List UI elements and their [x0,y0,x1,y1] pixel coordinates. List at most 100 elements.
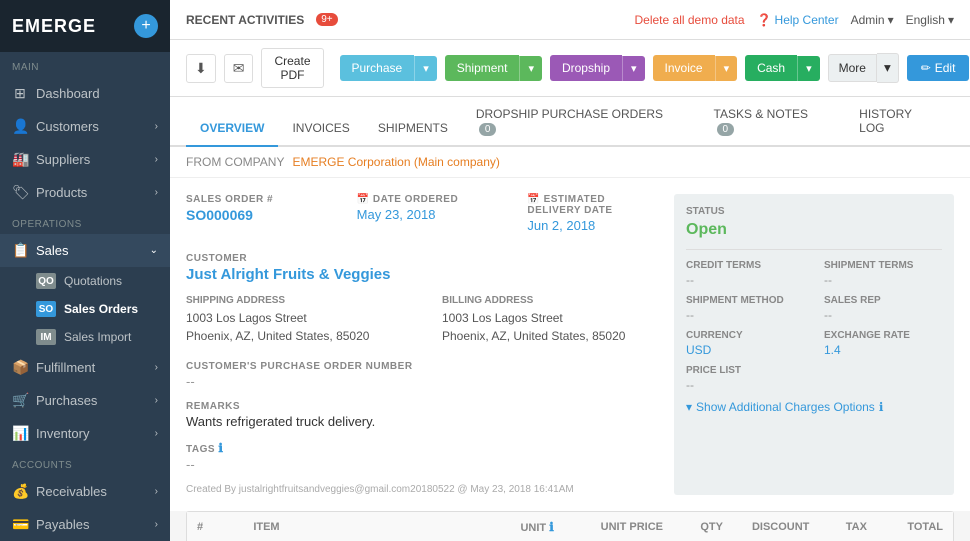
inventory-icon: 📊 [12,425,28,442]
purchase-button[interactable]: Purchase [340,55,415,81]
topbar: RECENT ACTIVITIES 9+ Delete all demo dat… [170,0,970,40]
help-center-link[interactable]: ❓ Help Center [757,13,839,27]
info-charges-icon: ℹ [879,400,884,414]
shipment-arrow-button[interactable]: ▾ [519,56,542,81]
more-arrow-button[interactable]: ▾ [877,53,899,83]
sidebar-subitem-quotations[interactable]: QO Quotations [0,267,170,295]
credit-terms-field: CREDIT TERMS -- [686,260,804,287]
dropship-arrow-button[interactable]: ▾ [622,56,645,81]
address-row: SHIPPING ADDRESS 1003 Los Lagos Street P… [186,295,658,357]
dropship-button[interactable]: Dropship [550,55,622,81]
sales-order-number[interactable]: SO000069 [186,207,317,223]
currency-label: CURRENCY [686,330,804,341]
email-button[interactable]: ✉ [224,54,254,83]
language-dropdown[interactable]: English ▾ [906,13,954,27]
customer-po-field: CUSTOMER'S PURCHASE ORDER NUMBER -- [186,361,658,389]
status-label: STATUS [686,206,942,217]
sidebar-item-label: Receivables [36,484,107,499]
dropship-purchase-orders-badge: 0 [479,123,497,136]
tasks-notes-badge: 0 [717,123,735,136]
from-company-name[interactable]: EMERGE Corporation (Main company) [292,155,499,169]
tab-overview[interactable]: OVERVIEW [186,111,278,147]
admin-dropdown[interactable]: Admin ▾ [851,13,894,27]
form-area: SALES ORDER # SO000069 📅 DATE ORDERED Ma… [170,178,970,511]
sidebar-item-products[interactable]: 🏷 Products › [0,176,170,209]
sidebar-item-sales[interactable]: 📋 Sales ⌄ [0,234,170,267]
recent-activities-label: RECENT ACTIVITIES [186,13,304,27]
tab-invoices[interactable]: INVOICES [278,111,363,147]
tab-shipments[interactable]: SHIPMENTS [364,111,462,147]
receivables-icon: 💰 [12,483,28,500]
sidebar-item-label: Sales [36,243,69,258]
more-button[interactable]: More [828,54,877,82]
sidebar-item-receivables[interactable]: 💰 Receivables › [0,475,170,508]
sidebar-item-dashboard[interactable]: ⊞ Dashboard [0,77,170,110]
shipping-address-line2: Phoenix, AZ, United States, 85020 [186,329,369,343]
sidebar-item-payables[interactable]: 💳 Payables › [0,508,170,541]
sidebar-item-purchases[interactable]: 🛒 Purchases › [0,384,170,417]
show-charges-link[interactable]: ▾ Show Additional Charges Options ℹ [686,400,942,414]
sidebar-item-fulfillment[interactable]: 📦 Fulfillment › [0,351,170,384]
chevron-right-icon: › [155,154,158,165]
sidebar-subitem-label: Sales Import [64,330,131,344]
tab-history-log[interactable]: HISTORY LOG [845,97,954,147]
invoice-arrow-button[interactable]: ▾ [715,56,738,81]
tags-value: -- [186,457,658,472]
sidebar-item-label: Purchases [36,393,97,408]
status-panel: STATUS Open CREDIT TERMS -- SHIPMENT TER… [674,194,954,495]
dropship-btn-group: Dropship ▾ [550,55,645,81]
calendar-icon: 📅 [527,194,540,205]
sales-rep-label: SALES REP [824,295,942,306]
sidebar-item-label: Inventory [36,426,89,441]
download-button[interactable]: ⬇ [186,54,216,83]
sidebar-subitem-sales-orders[interactable]: SO Sales Orders [0,295,170,323]
estimated-delivery-label: 📅 ESTIMATED DELIVERY DATE [527,194,658,216]
recent-activities-badge: 9+ [316,13,337,26]
purchase-arrow-button[interactable]: ▾ [414,56,437,81]
price-list-field: PRICE LIST -- [686,365,942,392]
sales-icon: 📋 [12,242,28,259]
created-by-text: Created By justalrightfruitsandveggies@g… [186,484,658,495]
cash-button[interactable]: Cash [745,55,797,81]
sidebar-item-inventory[interactable]: 📊 Inventory › [0,417,170,450]
sidebar-item-customers[interactable]: 👤 Customers › [0,110,170,143]
show-charges-text: Show Additional Charges Options [696,400,875,414]
add-button[interactable]: + [134,14,158,38]
sidebar: EMERGE + Main ⊞ Dashboard 👤 Customers › … [0,0,170,541]
customers-icon: 👤 [12,118,28,135]
shipment-button[interactable]: Shipment [445,55,520,81]
create-pdf-button[interactable]: Create PDF [261,48,323,88]
section-label-accounts: Accounts [0,450,170,475]
sales-rep-field: SALES REP -- [824,295,942,322]
shipment-method-label: SHIPMENT METHOD [686,295,804,306]
exchange-rate-label: EXCHANGE RATE [824,330,942,341]
tags-label: TAGS ℹ [186,441,658,455]
more-btn-group: More ▾ [828,53,899,83]
sales-rep-value: -- [824,308,942,322]
currency-value: USD [686,343,804,357]
sidebar-item-label: Payables [36,517,89,532]
customer-name[interactable]: Just Alright Fruits & Veggies [186,266,658,283]
customer-section: CUSTOMER Just Alright Fruits & Veggies [186,253,658,283]
col-unit-price: UNIT PRICE [591,512,691,541]
sidebar-item-suppliers[interactable]: 🏭 Suppliers › [0,143,170,176]
unit-info-icon: ℹ [549,520,554,534]
shipping-address-label: SHIPPING ADDRESS [186,295,402,306]
tab-dropship-purchase-orders[interactable]: DROPSHIP PURCHASE ORDERS 0 [462,97,700,147]
tags-field: TAGS ℹ -- [186,441,658,472]
payables-icon: 💳 [12,516,28,533]
sales-import-code: IM [36,329,56,345]
edit-button[interactable]: ✏ Edit [907,55,970,81]
method-rep-row: SHIPMENT METHOD -- SALES REP -- [686,295,942,322]
chevron-right-icon: › [155,362,158,373]
edit-label: Edit [935,61,956,75]
invoice-button[interactable]: Invoice [653,55,715,81]
delete-demo-link[interactable]: Delete all demo data [635,13,745,27]
sidebar-subitem-sales-import[interactable]: IM Sales Import [0,323,170,351]
sidebar-item-label: Dashboard [36,86,100,101]
chevron-down-icon: ⌄ [150,245,158,256]
billing-address-line1: 1003 Los Lagos Street [442,311,563,325]
tab-tasks-notes[interactable]: TASKS & NOTES 0 [700,97,846,147]
currency-field: CURRENCY USD [686,330,804,357]
cash-arrow-button[interactable]: ▾ [797,56,820,81]
